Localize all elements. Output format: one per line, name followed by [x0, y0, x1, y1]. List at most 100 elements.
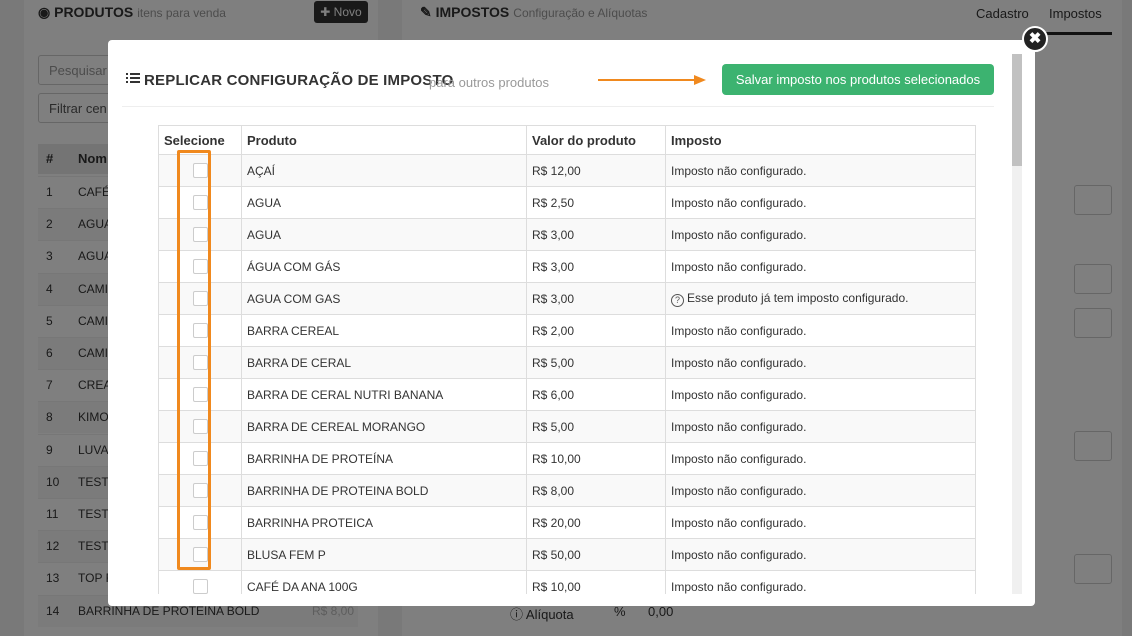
product-name: BARRINHA DE PROTEINA BOLD [241, 474, 527, 507]
product-name: BARRA DE CEREAL MORANGO [241, 410, 527, 443]
product-price: R$ 5,00 [526, 346, 666, 379]
save-tax-button[interactable]: Salvar imposto nos produtos selecionados [722, 64, 994, 95]
tax-status: Imposto não configurado. [665, 218, 976, 251]
select-cell [158, 186, 242, 219]
row-checkbox[interactable] [192, 291, 208, 306]
select-cell [158, 442, 242, 475]
product-name: BARRA CEREAL [241, 314, 527, 347]
list-icon [126, 73, 140, 83]
tax-status: Imposto não configurado. [665, 410, 976, 443]
tax-status: Imposto não configurado. [665, 378, 976, 411]
table-row: BARRA DE CEREAL MORANGO R$ 5,00 Imposto nã… [158, 410, 976, 443]
table-row: ÁGUA COM GÁS R$ 3,00 Imposto não configura… [158, 250, 976, 283]
tax-status: Imposto não configurado. [665, 474, 976, 507]
tax-status: ? Esse produto já tem imposto configurado… [665, 282, 976, 315]
tax-status: Imposto não configurado. [665, 186, 976, 219]
modal-header: REPLICAR CONFIGURAÇÃO DE IMPOSTO para ou… [122, 52, 994, 107]
table-row: AGUA COM GAS R$ 3,00? Esse produto já tem … [158, 282, 976, 315]
column-header-product: Produto [241, 125, 527, 155]
product-price: R$ 8,00 [526, 474, 666, 507]
product-name: BARRA DE CERAL [241, 346, 527, 379]
select-cell [158, 218, 242, 251]
row-checkbox[interactable] [192, 483, 208, 498]
product-price: R$ 10,00 [526, 570, 666, 594]
tax-status: Imposto não configurado. [665, 506, 976, 539]
product-name: BARRINHA DE PROTEÍNA [241, 442, 527, 475]
column-header-price: Valor do produto [526, 125, 666, 155]
product-name: AGUA COM GAS [241, 282, 527, 315]
modal-title: REPLICAR CONFIGURAÇÃO DE IMPOSTO [144, 72, 454, 89]
product-name: AGUA [241, 186, 527, 219]
table-row: CAFÉ DA ANA 100G R$ 10,00 Imposto não conf… [158, 570, 976, 594]
product-price: R$ 2,00 [526, 314, 666, 347]
table-row: BARRA DE CERAL R$ 5,00 Imposto não configu… [158, 346, 976, 379]
product-name: BARRA DE CERAL NUTRI BANANA [241, 378, 527, 411]
row-checkbox[interactable] [192, 323, 208, 338]
table-row: AGUA R$ 2,50 Imposto não configurado. [158, 186, 976, 219]
column-header-select: Selecione [158, 125, 242, 155]
row-checkbox[interactable] [192, 163, 208, 178]
select-cell [158, 378, 242, 411]
product-price: R$ 6,00 [526, 378, 666, 411]
table-row: AGUA R$ 3,00 Imposto não configurado. [158, 218, 976, 251]
table-row: AÇAÍ R$ 12,00 Imposto não configurado. [158, 154, 976, 187]
table-row: BARRA DE CERAL NUTRI BANANA R$ 6,00 Impost… [158, 378, 976, 411]
tax-status: Imposto não configurado. [665, 570, 976, 594]
replicate-tax-modal: REPLICAR CONFIGURAÇÃO DE IMPOSTO para ou… [108, 40, 1035, 606]
row-checkbox[interactable] [192, 227, 208, 242]
product-name: BLUSA FEM P [241, 538, 527, 571]
table-row: BARRINHA DE PROTEINA BOLD R$ 8,00 Imposto … [158, 474, 976, 507]
modal-scrollbar[interactable] [1012, 54, 1022, 594]
row-checkbox[interactable] [192, 387, 208, 402]
row-checkbox[interactable] [192, 547, 208, 562]
product-price: R$ 3,00 [526, 250, 666, 283]
row-checkbox[interactable] [192, 195, 208, 210]
product-price: R$ 50,00 [526, 538, 666, 571]
row-checkbox[interactable] [192, 355, 208, 370]
tax-status: Imposto não configurado. [665, 250, 976, 283]
select-cell [158, 346, 242, 379]
question-icon: ? [671, 293, 684, 307]
row-checkbox[interactable] [192, 579, 208, 594]
row-checkbox[interactable] [192, 419, 208, 434]
modal-content: REPLICAR CONFIGURAÇÃO DE IMPOSTO para ou… [122, 52, 1012, 594]
product-price: R$ 3,00 [526, 282, 666, 315]
select-cell [158, 538, 242, 571]
row-checkbox[interactable] [192, 515, 208, 530]
tax-status: Imposto não configurado. [665, 442, 976, 475]
tax-status: Imposto não configurado. [665, 346, 976, 379]
product-name: BARRINHA PROTEICA [241, 506, 527, 539]
select-cell [158, 282, 242, 315]
product-price: R$ 3,00 [526, 218, 666, 251]
select-cell [158, 154, 242, 187]
tax-status-text: Esse produto já tem imposto configurado. [687, 290, 909, 305]
product-price: R$ 20,00 [526, 506, 666, 539]
modal-subtitle: para outros produtos [429, 75, 549, 90]
select-cell [158, 410, 242, 443]
row-checkbox[interactable] [192, 259, 208, 274]
select-cell [158, 314, 242, 347]
table-header-row: Selecione Produto Valor do produto Impos… [158, 125, 976, 155]
tax-status: Imposto não configurado. [665, 314, 976, 347]
table-row: BARRA CEREAL R$ 2,00 Imposto não configura… [158, 314, 976, 347]
tax-status: Imposto não configurado. [665, 154, 976, 187]
select-cell [158, 570, 242, 594]
modal-scrollbar-thumb[interactable] [1012, 54, 1022, 166]
close-icon[interactable]: ✖ [1022, 26, 1048, 52]
product-price: R$ 2,50 [526, 186, 666, 219]
select-cell [158, 506, 242, 539]
tax-status: Imposto não configurado. [665, 538, 976, 571]
row-checkbox[interactable] [192, 451, 208, 466]
table-row: BLUSA FEM P R$ 50,00 Imposto não configura… [158, 538, 976, 571]
product-name: CAFÉ DA ANA 100G [241, 570, 527, 594]
column-header-tax: Imposto [665, 125, 976, 155]
table-row: BARRINHA PROTEICA R$ 20,00 Imposto não con… [158, 506, 976, 539]
product-name: ÁGUA COM GÁS [241, 250, 527, 283]
product-name: AGUA [241, 218, 527, 251]
select-cell [158, 474, 242, 507]
product-price: R$ 12,00 [526, 154, 666, 187]
product-price: R$ 10,00 [526, 442, 666, 475]
product-name: AÇAÍ [241, 154, 527, 187]
select-cell [158, 250, 242, 283]
products-table: Selecione Produto Valor do produto Impos… [158, 125, 976, 594]
